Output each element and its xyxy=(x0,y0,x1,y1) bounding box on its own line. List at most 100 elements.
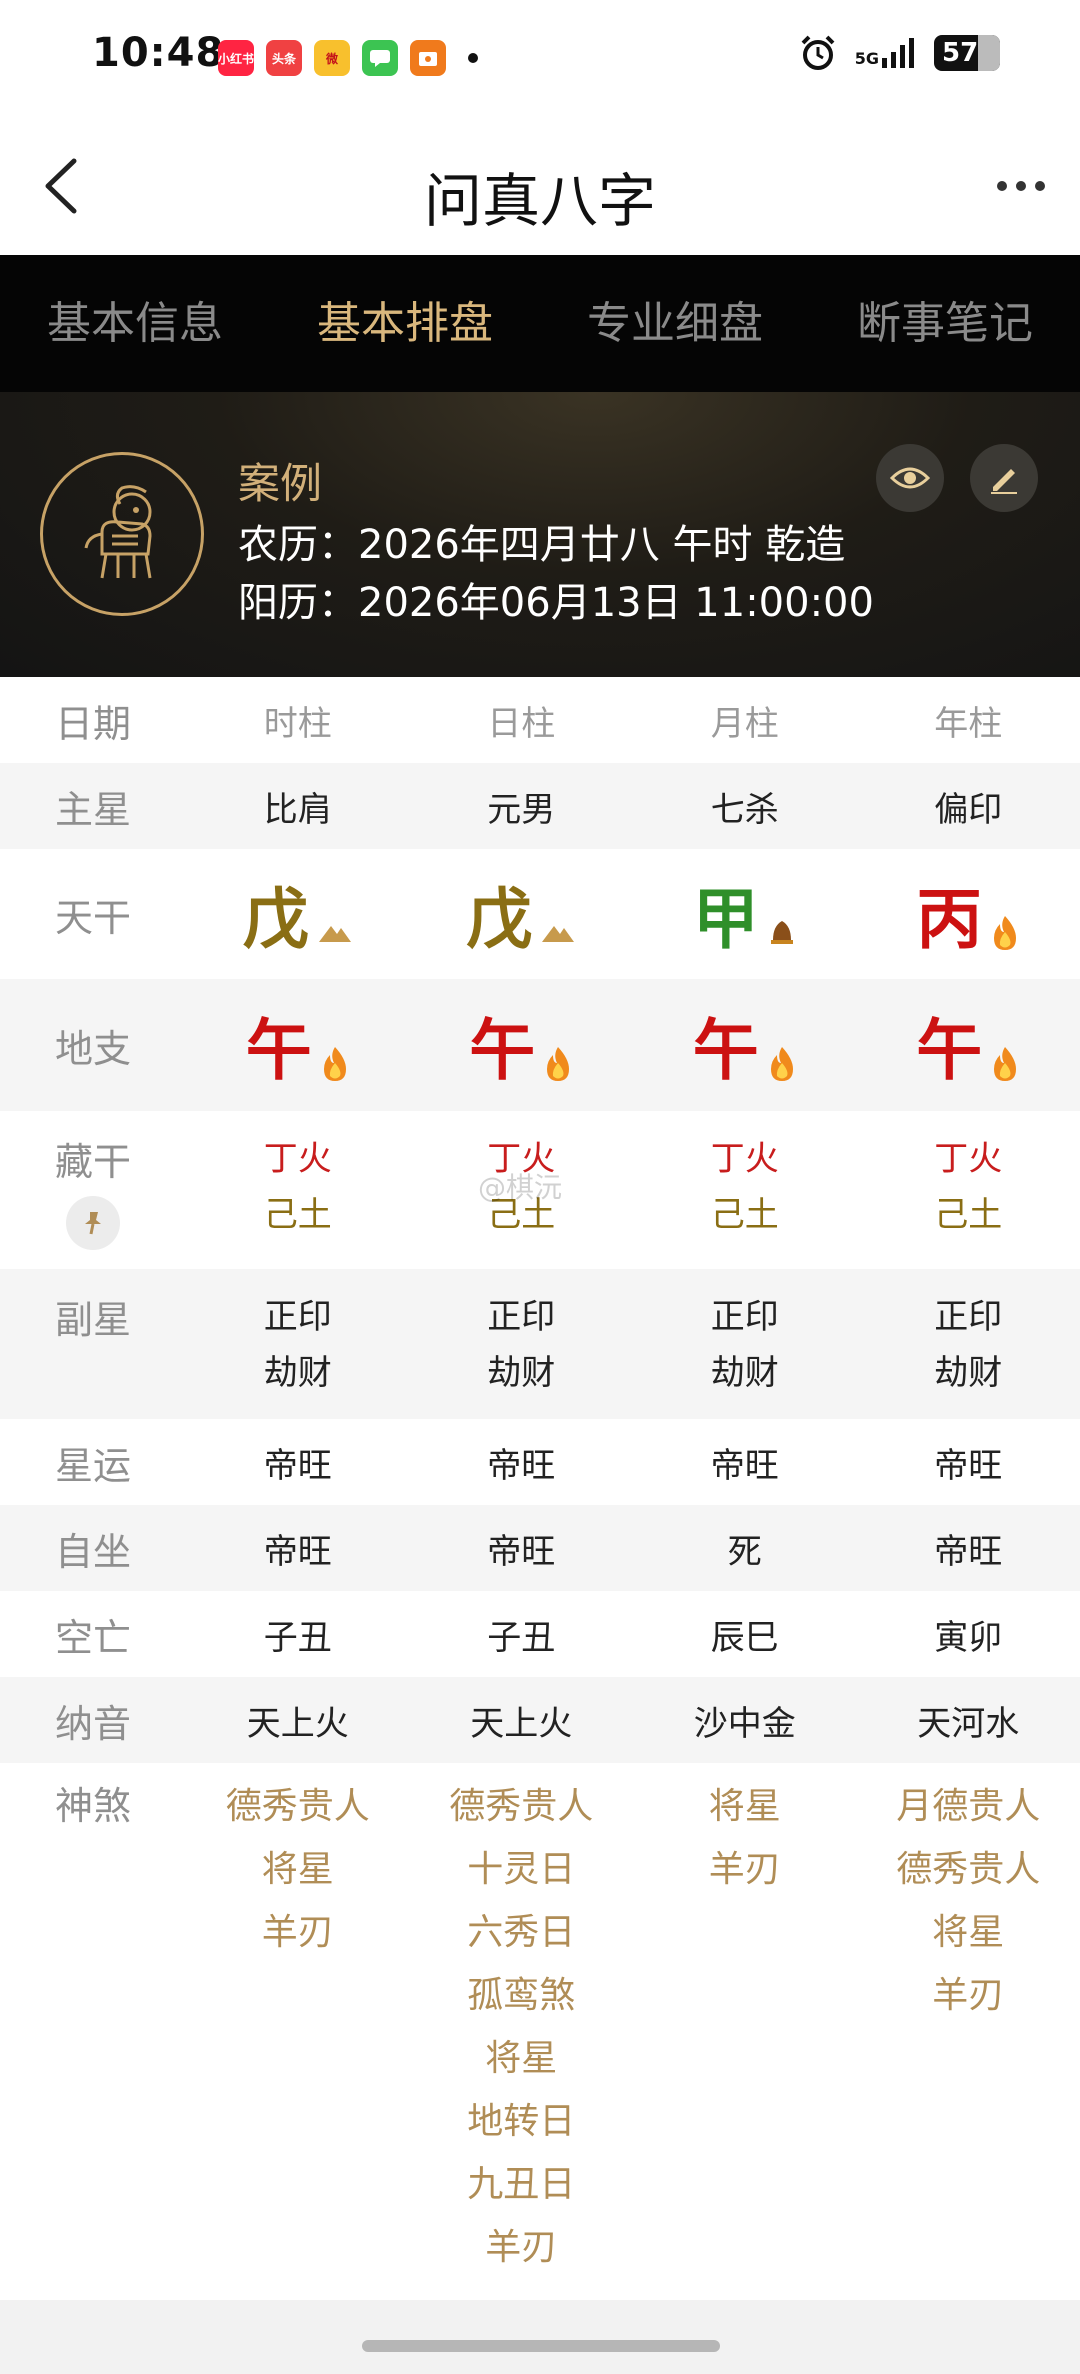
row-label: 星运 xyxy=(54,1443,131,1488)
weibo-icon: 微 xyxy=(314,40,350,76)
stem-cell: 戊 xyxy=(186,866,410,962)
table-row-earthly-branch: 地支 午 午 午 午 xyxy=(0,979,1080,1111)
table-row-shensha: 神煞 德秀贵人 将星 羊刃 德秀贵人 十灵日 六秀日 孤鸾煞 将星 地转日 九丑… xyxy=(0,1763,1080,2307)
battery-indicator: 57 xyxy=(934,35,1000,71)
table-row-void: 空亡 子丑 子丑 辰巳 寅卯 xyxy=(0,1591,1080,1677)
void-cell: 寅卯 xyxy=(934,1617,1003,1658)
status-right: 5G 57 xyxy=(799,34,1000,72)
star-luck-cell: 帝旺 xyxy=(710,1445,779,1486)
hidden-stem-cell: 丁火 己土 xyxy=(710,1139,779,1235)
main-star-cell: 七杀 xyxy=(710,789,779,830)
row-label: 藏干 xyxy=(54,1140,131,1184)
branch-char: 午 xyxy=(692,1012,759,1089)
main-star-cell: 元男 xyxy=(487,789,556,830)
row-label-date: 日期 xyxy=(54,701,131,746)
star-luck-cell: 帝旺 xyxy=(487,1445,556,1486)
stem-cell: 戊 xyxy=(410,866,634,962)
fire-icon xyxy=(994,915,1017,950)
network-type: 5G xyxy=(854,49,879,68)
horse-icon xyxy=(84,485,152,579)
table-row-sub-star: 副星 正印 劫财 正印 劫财 正印 劫财 正印 劫财 xyxy=(0,1269,1080,1419)
self-seat-cell: 帝旺 xyxy=(934,1531,1003,1572)
row-label: 副星 xyxy=(54,1298,131,1342)
edit-button[interactable] xyxy=(970,444,1038,512)
branch-char: 午 xyxy=(469,1012,536,1089)
fire-icon xyxy=(994,1046,1017,1081)
more-dots-icon xyxy=(997,181,1045,191)
stem-cell: 丙 xyxy=(857,866,1080,962)
solar-date: 阳历：2026年06月13日 11:00:00 xyxy=(238,580,874,626)
pin-icon xyxy=(85,1212,101,1235)
row-label: 主星 xyxy=(54,787,131,832)
sub-star-cell: 正印 劫财 xyxy=(710,1297,779,1393)
main-star-cell: 比肩 xyxy=(263,789,332,830)
status-time: 10:48 xyxy=(92,30,225,76)
branch-cell: 午 xyxy=(410,997,634,1093)
stem-char: 甲 xyxy=(692,881,759,958)
nayin-cell: 天上火 xyxy=(246,1703,349,1744)
mountain-icon xyxy=(542,925,575,942)
pencil-icon xyxy=(991,469,1017,494)
void-cell: 子丑 xyxy=(487,1617,556,1658)
table-row-nayin: 纳音 天上火 天上火 沙中金 天河水 xyxy=(0,1677,1080,1763)
app-orange-icon xyxy=(410,40,446,76)
toutiao-icon: 头条 xyxy=(266,40,302,76)
messages-icon xyxy=(362,40,398,76)
pin-button[interactable] xyxy=(66,1196,120,1250)
row-label: 天干 xyxy=(54,895,131,940)
eye-icon xyxy=(890,467,930,489)
tab-bar: 基本信息 基本排盘 专业细盘 断事笔记 xyxy=(0,255,1080,392)
bazi-table: 日期 时柱 日柱 月柱 年柱 主星 比肩 元男 七杀 偏印 天干 戊 戊 甲 丙… xyxy=(0,677,1080,2307)
col-header-hour: 时柱 xyxy=(263,703,332,744)
sub-star-cell: 正印 劫财 xyxy=(934,1297,1003,1393)
sub-star-cell: 正印 劫财 xyxy=(263,1297,332,1393)
branch-cell: 午 xyxy=(633,997,857,1093)
table-header-row: 日期 时柱 日柱 月柱 年柱 xyxy=(0,677,1080,763)
branch-char: 午 xyxy=(245,1012,312,1089)
nayin-cell: 沙中金 xyxy=(693,1703,796,1744)
shensha-cell: 月德贵人 德秀贵人 将星 羊刃 xyxy=(896,1786,1041,2016)
row-label: 纳音 xyxy=(54,1701,131,1746)
hidden-stem-cell: 丁火 己土 xyxy=(263,1139,332,1235)
star-luck-cell: 帝旺 xyxy=(934,1445,1003,1486)
page-title: 问真八字 xyxy=(423,167,656,235)
shensha-cell: 将星 羊刃 xyxy=(708,1786,781,1890)
status-bar: 10:48 小红书 头条 微 5G 57 xyxy=(0,0,1080,118)
tab-pro-chart[interactable]: 专业细盘 xyxy=(540,255,810,392)
stem-char: 戊 xyxy=(242,881,309,958)
view-button[interactable] xyxy=(876,444,944,512)
zodiac-avatar xyxy=(40,452,204,616)
row-label: 神煞 xyxy=(54,1784,131,1828)
notification-icons: 小红书 头条 微 xyxy=(218,40,478,76)
branch-cell: 午 xyxy=(186,997,410,1093)
nayin-cell: 天河水 xyxy=(917,1703,1020,1744)
row-label: 地支 xyxy=(54,1026,131,1071)
col-header-year: 年柱 xyxy=(934,703,1003,744)
stem-char: 戊 xyxy=(466,881,533,958)
wood-icon xyxy=(770,920,793,944)
table-row-main-star: 主星 比肩 元男 七杀 偏印 xyxy=(0,763,1080,849)
xiaohongshu-icon: 小红书 xyxy=(218,40,254,76)
table-row-self-seat: 自坐 帝旺 帝旺 死 帝旺 xyxy=(0,1505,1080,1591)
home-indicator[interactable] xyxy=(362,2340,720,2352)
more-options-button[interactable] xyxy=(986,154,1056,218)
shensha-cell: 德秀贵人 将星 羊刃 xyxy=(225,1786,370,1953)
branch-char: 午 xyxy=(916,1012,983,1089)
tab-notes[interactable]: 断事笔记 xyxy=(810,255,1080,392)
tab-basic-chart[interactable]: 基本排盘 xyxy=(270,255,540,392)
alarm-icon xyxy=(801,35,835,70)
self-seat-cell: 帝旺 xyxy=(487,1531,556,1572)
row-label-with-pin: 藏干 xyxy=(0,1131,186,1250)
fire-icon xyxy=(323,1046,346,1081)
tab-basic-info[interactable]: 基本信息 xyxy=(0,255,270,392)
watermark: @棋沅 xyxy=(478,1171,563,1204)
self-seat-cell: 死 xyxy=(727,1531,762,1572)
profile-name: 案例 xyxy=(238,459,323,508)
nayin-cell: 天上火 xyxy=(470,1703,573,1744)
col-header-month: 月柱 xyxy=(710,703,779,744)
stem-cell: 甲 xyxy=(633,866,857,962)
sub-star-cell: 正印 劫财 xyxy=(487,1297,556,1393)
signal-icon xyxy=(882,38,914,68)
stem-char: 丙 xyxy=(916,881,983,958)
row-label: 空亡 xyxy=(54,1615,131,1660)
